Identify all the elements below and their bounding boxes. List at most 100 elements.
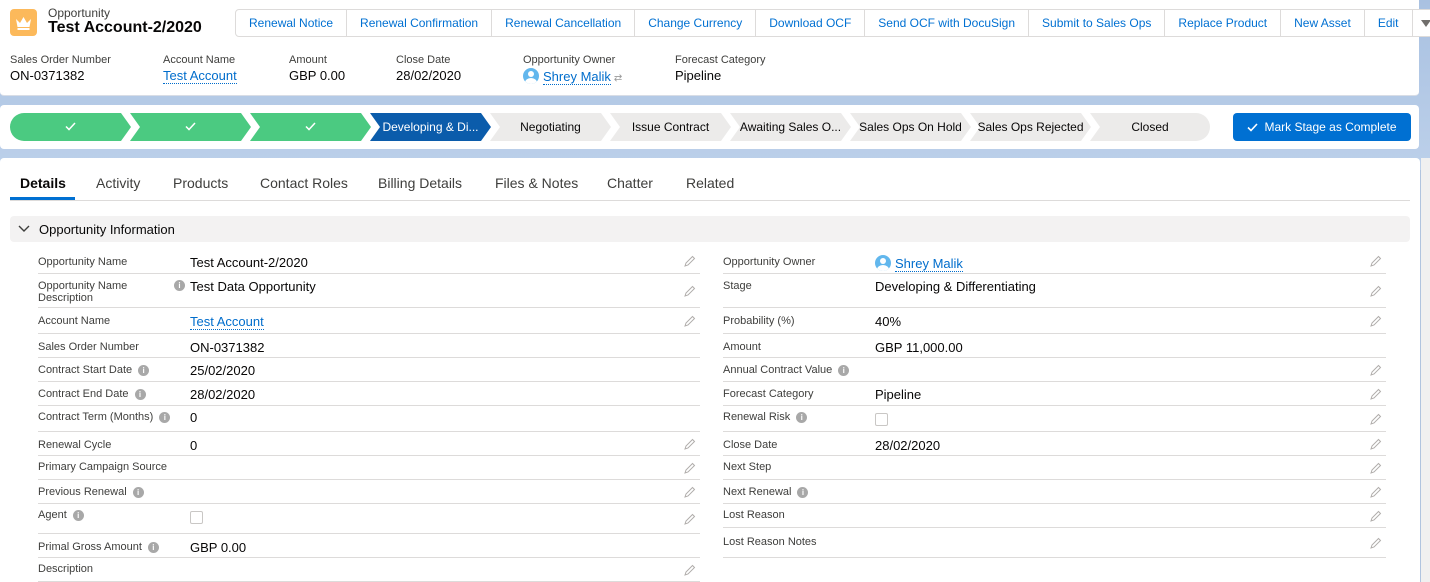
section-header-opportunity-information[interactable]: Opportunity Information: [10, 216, 1410, 242]
edit-pencil-icon[interactable]: [1370, 536, 1384, 550]
info-icon[interactable]: i: [72, 510, 84, 521]
renewal-notice-button[interactable]: Renewal Notice: [236, 10, 348, 36]
path-stage-0[interactable]: [10, 113, 131, 141]
replace-product-button[interactable]: Replace Product: [1165, 10, 1282, 36]
info-icon[interactable]: i: [174, 280, 185, 291]
path-stage-5[interactable]: Issue Contract: [610, 113, 731, 141]
field-label: Account Name: [38, 315, 111, 327]
field-annual-contract-value: Annual Contract Value i: [723, 358, 1386, 382]
edit-pencil-icon[interactable]: [1370, 412, 1384, 426]
path-stage-8[interactable]: Sales Ops Rejected: [970, 113, 1091, 141]
field-value: 40%: [875, 314, 901, 329]
change-currency-button[interactable]: Change Currency: [635, 10, 757, 36]
edit-button[interactable]: Edit: [1365, 10, 1413, 36]
tab-activity[interactable]: Activity: [96, 175, 140, 191]
field-label: Previous Renewal i: [38, 486, 173, 498]
path-stage-9[interactable]: Closed: [1090, 113, 1210, 141]
field-contract-start-date: Contract Start Date i 25/02/2020: [38, 358, 700, 382]
edit-pencil-icon[interactable]: [684, 485, 698, 499]
record-title: Test Account-2/2020: [48, 19, 202, 36]
field-value: 0: [190, 410, 197, 425]
edit-pencil-icon[interactable]: [1370, 387, 1384, 401]
sales-order-value: ON-0371382: [10, 68, 85, 83]
tab-billing-details[interactable]: Billing Details: [378, 175, 462, 191]
field-primal-gross-amount: Primal Gross Amount i GBP 0.00: [38, 534, 700, 558]
info-icon[interactable]: i: [138, 365, 150, 376]
field-value: 28/02/2020: [190, 387, 255, 402]
path-stage-2[interactable]: [250, 113, 371, 141]
checkbox-agent[interactable]: [190, 511, 203, 524]
account-name-label: Account Name: [163, 54, 236, 66]
field-agent: Agent i: [38, 504, 700, 534]
amount-label: Amount: [289, 54, 327, 66]
edit-pencil-icon[interactable]: [1370, 509, 1384, 523]
info-icon[interactable]: i: [147, 542, 159, 553]
field-label: Lost Reason: [723, 509, 785, 521]
path-stage-6[interactable]: Awaiting Sales O...: [730, 113, 851, 141]
check-icon: [185, 122, 196, 131]
info-icon[interactable]: i: [132, 487, 144, 498]
edit-pencil-icon[interactable]: [1370, 485, 1384, 499]
edit-pencil-icon[interactable]: [684, 437, 698, 451]
field-value-text: ON-0371382: [190, 340, 265, 355]
tab-contact-roles[interactable]: Contact Roles: [260, 175, 348, 191]
change-owner-icon[interactable]: ⇄: [614, 73, 622, 84]
field-description: Description: [38, 558, 700, 582]
field-value-text: 0: [190, 438, 198, 453]
info-icon[interactable]: i: [796, 412, 808, 423]
checkbox-renewal-risk[interactable]: [875, 413, 888, 426]
page-scrollbar[interactable]: [1421, 158, 1430, 582]
field-value-text[interactable]: Shrey Malik: [895, 256, 963, 272]
tab-related[interactable]: Related: [686, 175, 734, 191]
tab-details[interactable]: Details: [20, 175, 66, 191]
chevron-down-icon: [18, 225, 30, 232]
account-name-link[interactable]: Test Account: [163, 68, 237, 84]
path-stages: Developing & Di... Negotiating Issue Contr…: [10, 113, 1210, 141]
change-owner-icon[interactable]: [1370, 254, 1384, 268]
send-ocf-docusign-button[interactable]: Send OCF with DocuSign: [865, 10, 1030, 36]
renewal-cancellation-button[interactable]: Renewal Cancellation: [492, 10, 636, 36]
tab-products[interactable]: Products: [173, 175, 228, 191]
tab-chatter[interactable]: Chatter: [607, 175, 653, 191]
field-label: Amount: [723, 341, 761, 353]
mark-stage-complete-button[interactable]: Mark Stage as Complete: [1233, 113, 1411, 141]
submit-to-sales-ops-button[interactable]: Submit to Sales Ops: [1029, 10, 1166, 36]
field-label: Primary Campaign Source: [38, 461, 167, 473]
field-stage: Stage Developing & Differentiating: [723, 274, 1386, 308]
path-stage-label: Sales Ops Rejected: [977, 120, 1084, 134]
renewal-confirmation-button[interactable]: Renewal Confirmation: [347, 10, 493, 36]
opportunity-owner-label: Opportunity Owner: [523, 54, 616, 66]
field-value-text[interactable]: Test Account: [190, 314, 264, 330]
field-value: Test Account: [190, 314, 264, 330]
edit-pencil-icon[interactable]: [1370, 314, 1384, 328]
info-icon[interactable]: i: [838, 365, 850, 376]
edit-pencil-icon[interactable]: [684, 254, 698, 268]
edit-pencil-icon[interactable]: [1370, 437, 1384, 451]
edit-pencil-icon[interactable]: [1370, 461, 1384, 475]
record-tabs: Details Activity Products Contact Roles …: [10, 158, 1410, 201]
download-ocf-button[interactable]: Download OCF: [756, 10, 866, 36]
edit-pencil-icon[interactable]: [684, 563, 698, 577]
edit-pencil-icon[interactable]: [1370, 363, 1384, 377]
edit-pencil-icon[interactable]: [684, 314, 698, 328]
owner-link[interactable]: Shrey Malik: [543, 69, 611, 85]
path-stage-4[interactable]: Negotiating: [490, 113, 611, 141]
field-label: Probability (%): [723, 315, 795, 327]
info-icon[interactable]: i: [797, 487, 809, 498]
field-label: Opportunity Name Description: [38, 280, 128, 304]
field-value-text: 40%: [875, 314, 902, 329]
edit-pencil-icon[interactable]: [1370, 284, 1384, 298]
user-avatar-icon: [875, 255, 891, 271]
edit-pencil-icon[interactable]: [684, 284, 698, 298]
info-icon[interactable]: i: [159, 412, 171, 423]
path-stage-7[interactable]: Sales Ops On Hold: [850, 113, 971, 141]
edit-pencil-icon[interactable]: [684, 461, 698, 475]
path-stage-3[interactable]: Developing & Di...: [370, 113, 491, 141]
path-stage-1[interactable]: [130, 113, 251, 141]
new-asset-button[interactable]: New Asset: [1281, 10, 1365, 36]
more-actions-button[interactable]: [1413, 10, 1430, 36]
tab-files-notes[interactable]: Files & Notes: [495, 175, 578, 191]
edit-pencil-icon[interactable]: [684, 512, 698, 526]
info-icon[interactable]: i: [134, 389, 146, 400]
field-lost-reason-notes: Lost Reason Notes: [723, 528, 1386, 558]
